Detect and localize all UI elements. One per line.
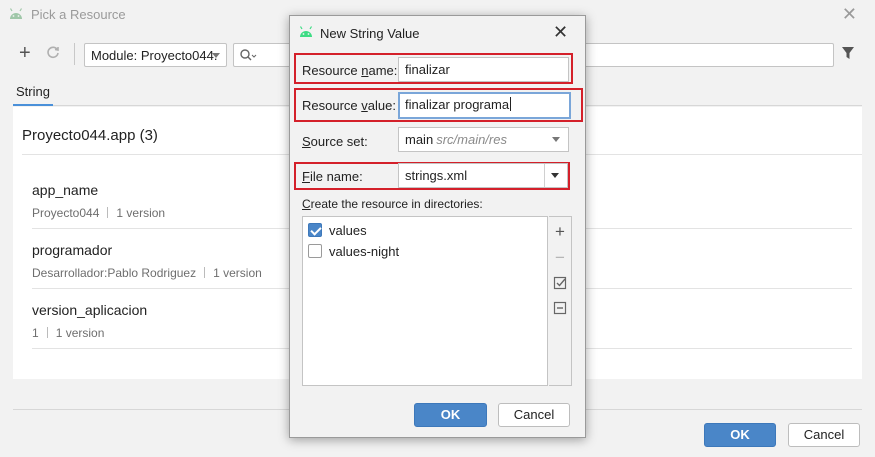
resource-versions: 1 version	[213, 266, 262, 280]
directory-name: values-night	[329, 244, 400, 259]
file-name-label: File name:	[302, 169, 363, 184]
resource-meta: 1 1 version	[32, 326, 104, 340]
values-night-checkbox[interactable]	[308, 244, 322, 258]
module-label: Module: Proyecto044.	[91, 48, 218, 63]
remove-icon[interactable]: −	[553, 249, 567, 266]
meta-divider	[46, 327, 48, 338]
chevron-down-icon	[552, 137, 560, 142]
close-icon[interactable]: ✕	[842, 4, 857, 24]
search-icon	[239, 48, 257, 65]
filter-icon[interactable]	[841, 46, 855, 63]
add-icon[interactable]: +	[553, 223, 567, 240]
tab-string[interactable]: String	[13, 78, 53, 106]
text-cursor	[510, 97, 512, 111]
source-set-label: Source set:	[302, 134, 368, 149]
meta-divider	[107, 207, 109, 218]
resource-value-input[interactable]: finalizar programa	[398, 92, 571, 119]
source-set-select[interactable]: main src/main/res	[398, 127, 569, 152]
ok-button[interactable]: OK	[704, 423, 776, 447]
directories-list: values values-night	[302, 216, 548, 386]
group-title: Proyecto044.app (3)	[22, 127, 158, 144]
new-string-value-dialog: New String Value ✕ Resource name: finali…	[289, 15, 586, 438]
resource-meta: Proyecto044 1 version	[32, 206, 165, 220]
combo-divider	[544, 164, 545, 187]
resource-name-input[interactable]: finalizar	[398, 57, 569, 82]
resource-name: programador	[32, 242, 113, 258]
select-all-icon[interactable]	[553, 276, 567, 290]
android-icon	[8, 7, 24, 24]
chevron-down-icon	[551, 173, 559, 178]
chevron-down-icon	[212, 53, 220, 58]
android-icon	[298, 25, 314, 42]
refresh-icon[interactable]	[46, 45, 60, 62]
cancel-button[interactable]: Cancel	[498, 403, 570, 427]
close-icon[interactable]: ✕	[553, 22, 568, 42]
resource-name: app_name	[32, 182, 99, 198]
resource-versions: 1 version	[55, 326, 105, 340]
add-icon[interactable]: +	[19, 43, 31, 63]
directories-toolbar: + −	[549, 216, 572, 386]
directory-name: values	[329, 223, 367, 238]
ok-button[interactable]: OK	[414, 403, 487, 427]
resource-value: 1	[32, 326, 39, 340]
resource-name: version_aplicacion	[32, 302, 148, 318]
resource-value-label: Resource value:	[302, 98, 396, 113]
directories-label: Create the resource in directories:	[302, 197, 483, 211]
file-name-value: strings.xml	[405, 168, 468, 183]
meta-divider	[204, 267, 206, 278]
resource-versions: 1 version	[116, 206, 166, 220]
cancel-button[interactable]: Cancel	[788, 423, 860, 447]
resource-name-label: Resource name:	[302, 63, 398, 78]
file-name-combo[interactable]: strings.xml	[398, 163, 568, 188]
resource-value: Proyecto044	[32, 206, 100, 220]
source-set-value: main	[405, 132, 434, 147]
resource-value: Desarrollador:Pablo Rodriguez	[32, 266, 197, 280]
source-set-path: src/main/res	[436, 132, 507, 147]
values-checkbox[interactable]	[308, 223, 322, 237]
deselect-all-icon[interactable]	[553, 301, 567, 315]
dialog-title: New String Value	[320, 26, 420, 41]
module-select[interactable]: Module: Proyecto044.	[84, 43, 227, 67]
window-title: Pick a Resource	[31, 7, 126, 22]
resource-meta: Desarrollador:Pablo Rodriguez 1 version	[32, 266, 262, 280]
dialog-title-bar: New String Value ✕	[290, 16, 585, 48]
toolbar-separator	[74, 43, 75, 65]
